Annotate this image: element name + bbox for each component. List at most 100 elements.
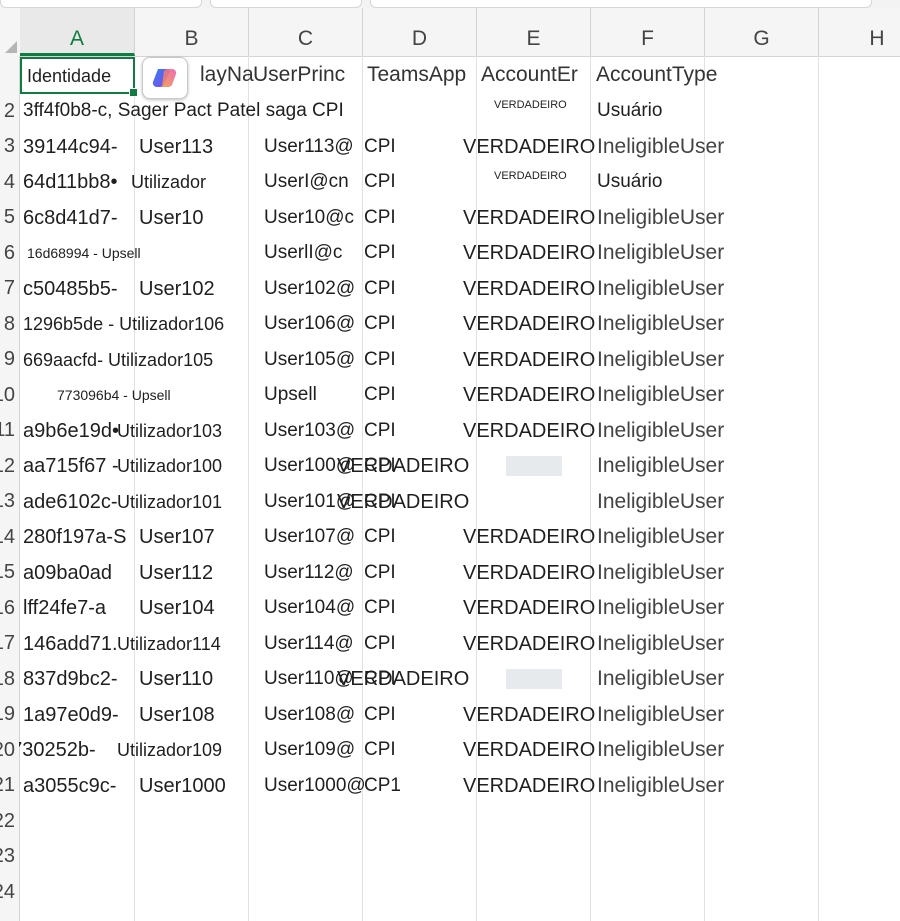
- row-header[interactable]: 15: [0, 554, 15, 590]
- cell-c[interactable]: User108@: [264, 697, 355, 733]
- cell-a[interactable]: a3055c9c-: [23, 768, 116, 804]
- cell-d[interactable]: CPI: [364, 164, 396, 200]
- cell-b[interactable]: Utilizador109: [117, 732, 222, 768]
- cell-a[interactable]: 1a97e0d9-: [23, 697, 119, 733]
- cell-a[interactable]: 1296b5de - Utilizador106: [23, 306, 224, 342]
- cell-d[interactable]: CPI: [364, 129, 396, 165]
- cell-e[interactable]: VERDADEIRO: [337, 484, 469, 520]
- row-header[interactable]: 9: [4, 341, 15, 377]
- row-header[interactable]: 21: [0, 767, 15, 803]
- cell-b1[interactable]: layNa: [200, 57, 254, 93]
- cell-b[interactable]: Utilizador: [131, 164, 206, 200]
- cell-e[interactable]: VERDADEIRO: [463, 626, 595, 662]
- row-header[interactable]: 14: [0, 519, 15, 555]
- row-header[interactable]: 17: [0, 625, 15, 661]
- row-header[interactable]: 3: [4, 128, 15, 164]
- column-header-b[interactable]: B: [135, 8, 249, 56]
- column-header-g[interactable]: G: [705, 8, 819, 56]
- select-all-button[interactable]: [0, 8, 19, 56]
- cell-a[interactable]: 669aacfd- Utilizador105: [23, 342, 213, 378]
- cell-f[interactable]: IneligibleUser: [597, 271, 724, 307]
- cell-c[interactable]: User104@: [264, 590, 355, 626]
- cell-e[interactable]: VERDADEIRO: [337, 661, 469, 697]
- row-header[interactable]: 22: [0, 803, 15, 839]
- cell-c[interactable]: User107@: [264, 519, 355, 555]
- cell-f[interactable]: IneligibleUser: [597, 129, 724, 165]
- row-header[interactable]: 8: [4, 306, 15, 342]
- cell-a[interactable]: 146add71.: [23, 626, 118, 662]
- cell-b[interactable]: User112: [139, 555, 213, 591]
- copilot-button[interactable]: [142, 57, 188, 99]
- cell-d[interactable]: CPI: [364, 342, 396, 378]
- cell-e[interactable]: VERDADEIRO: [463, 555, 595, 591]
- cell-grid[interactable]: 3ff4f0b8-c, Sager Pact Patel saga CPI VER…: [19, 56, 900, 921]
- cell-b[interactable]: User10: [139, 200, 203, 236]
- cell-e[interactable]: VERDADEIRO: [337, 448, 469, 484]
- cell-f[interactable]: IneligibleUser: [597, 697, 724, 733]
- cell-a[interactable]: c50485b5-: [23, 271, 118, 307]
- cell-c[interactable]: Upsell: [264, 377, 317, 413]
- row-header[interactable]: 19: [0, 696, 15, 732]
- row-header[interactable]: 6: [4, 235, 15, 271]
- cell-d[interactable]: CPI: [364, 519, 396, 555]
- cell-e[interactable]: VERDADEIRO: [463, 342, 595, 378]
- cell-f[interactable]: IneligibleUser: [597, 413, 724, 449]
- cell-e[interactable]: VERDADEIRO: [463, 732, 595, 768]
- fill-handle[interactable]: [129, 88, 138, 97]
- cell-e[interactable]: VERDADEIRO: [463, 519, 595, 555]
- column-header-h[interactable]: H: [819, 8, 900, 56]
- cell-a[interactable]: 3ff4f0b8-c, Sager Pact Patel saga CPI: [23, 93, 344, 129]
- cell-d[interactable]: CPI: [364, 235, 396, 271]
- cell-b[interactable]: User104: [139, 590, 215, 626]
- cell-a[interactable]: 280f197a-S: [23, 519, 126, 555]
- column-header-e[interactable]: E: [477, 8, 591, 56]
- column-header-d[interactable]: D: [363, 8, 477, 56]
- column-header-f[interactable]: F: [591, 8, 705, 56]
- cell-a[interactable]: a730252b-: [19, 732, 96, 768]
- cell-f[interactable]: Usuário: [597, 164, 662, 200]
- cell-b[interactable]: User110: [139, 661, 213, 697]
- cell-b[interactable]: User108: [139, 697, 215, 733]
- cell-b[interactable]: User113: [139, 129, 213, 165]
- cell-c[interactable]: User114@: [264, 626, 354, 662]
- cell-f[interactable]: IneligibleUser: [597, 768, 724, 804]
- cell-d[interactable]: CPI: [364, 697, 396, 733]
- cell-e[interactable]: VERDADEIRO: [463, 271, 595, 307]
- cell-c[interactable]: User113@: [264, 129, 354, 165]
- cell-f[interactable]: IneligibleUser: [597, 626, 724, 662]
- cell-e1[interactable]: AccountEr: [481, 57, 591, 93]
- cell-e[interactable]: VERDADEIRO: [494, 93, 567, 129]
- cell-f[interactable]: IneligibleUser: [597, 519, 724, 555]
- cell-a[interactable]: aa715f67 -: [23, 448, 119, 484]
- cell-a[interactable]: lff24fe7-a: [23, 590, 106, 626]
- cell-c[interactable]: User105@: [264, 342, 355, 378]
- cell-a[interactable]: a9b6e19d•: [23, 413, 119, 449]
- cell-c1[interactable]: UserPrinc: [253, 57, 361, 93]
- cell-a[interactable]: 6c8d41d7-: [23, 200, 118, 236]
- cell-b[interactable]: User107: [139, 519, 215, 555]
- cell-c[interactable]: User102@: [264, 271, 355, 307]
- cell-f[interactable]: IneligibleUser: [597, 448, 724, 484]
- cell-f[interactable]: IneligibleUser: [597, 235, 724, 271]
- cell-e[interactable]: VERDADEIRO: [494, 164, 567, 200]
- workbook-tab[interactable]: [370, 0, 872, 8]
- row-header[interactable]: 4: [4, 164, 15, 200]
- cell-e[interactable]: VERDADEIRO: [463, 129, 595, 165]
- cell-b[interactable]: Utilizador101: [117, 484, 222, 520]
- cell-d[interactable]: CPI: [364, 306, 396, 342]
- cell-f[interactable]: IneligibleUser: [597, 590, 724, 626]
- row-header[interactable]: 24: [0, 874, 15, 910]
- cell-e[interactable]: VERDADEIRO: [463, 377, 595, 413]
- cell-f[interactable]: IneligibleUser: [597, 661, 724, 697]
- cell-c[interactable]: User10@c: [264, 200, 354, 236]
- cell-e[interactable]: VERDADEIRO: [463, 306, 595, 342]
- cell-f[interactable]: IneligibleUser: [597, 306, 724, 342]
- cell-d[interactable]: CPI: [364, 590, 396, 626]
- cell-f1[interactable]: AccountType: [596, 57, 717, 93]
- cell-f[interactable]: Usuário: [597, 93, 662, 129]
- cell-d1[interactable]: TeamsApp: [367, 57, 477, 93]
- cell-a[interactable]: 837d9bc2-: [23, 661, 118, 697]
- cell-a[interactable]: 64d11bb8•: [23, 164, 118, 200]
- cell-f[interactable]: IneligibleUser: [597, 342, 724, 378]
- cell-e[interactable]: VERDADEIRO: [463, 413, 595, 449]
